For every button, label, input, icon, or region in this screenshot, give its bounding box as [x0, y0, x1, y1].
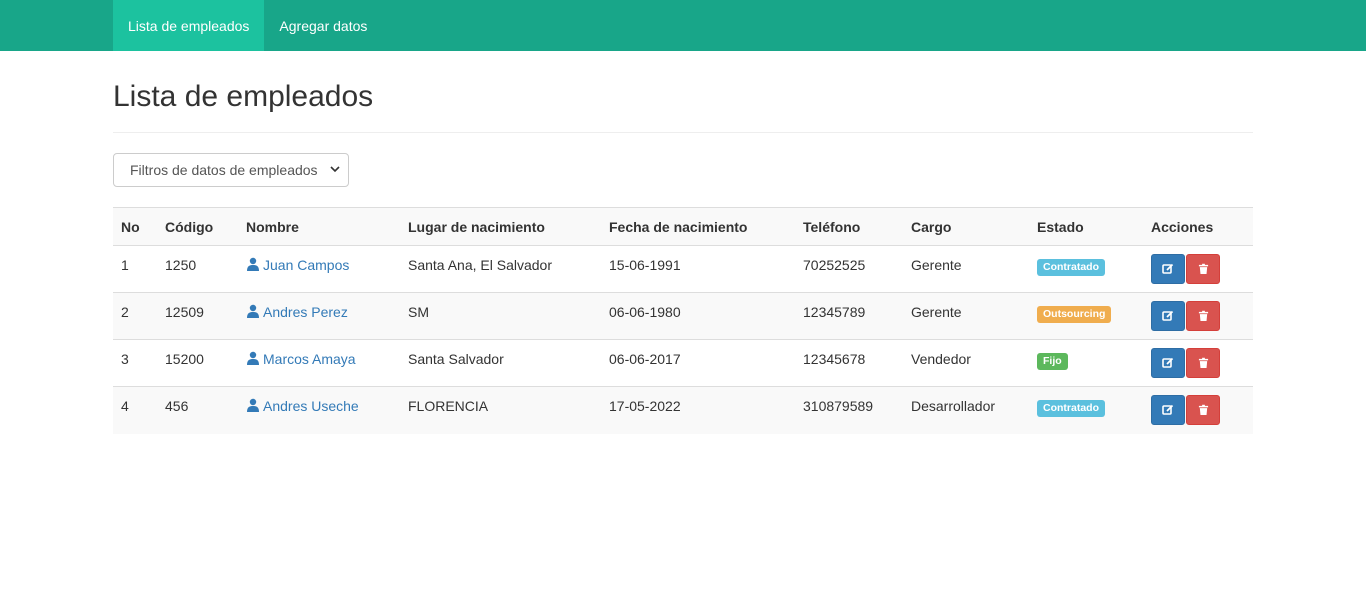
cell-cargo: Vendedor — [903, 339, 1029, 387]
header-estado: Estado — [1029, 207, 1143, 246]
filter-select-value: Filtros de datos de empleados — [130, 162, 318, 178]
cell-cargo: Gerente — [903, 292, 1029, 340]
cell-nombre: Marcos Amaya — [238, 339, 400, 387]
employee-name: Andres Useche — [263, 398, 359, 414]
delete-button[interactable] — [1186, 348, 1220, 378]
cell-codigo: 15200 — [157, 339, 238, 387]
employee-table: No Código Nombre Lugar de nacimiento Fec… — [113, 207, 1253, 434]
cell-acciones — [1143, 386, 1253, 434]
cell-nombre: Andres Useche — [238, 386, 400, 434]
table-body: 1 1250 Juan Campos Santa Ana, El Salvador 15… — [113, 245, 1253, 434]
table-row: 3 15200 Marcos Amaya Santa Salvador 06-06-20… — [113, 339, 1253, 387]
page-header: Lista de empleados — [113, 51, 1253, 133]
status-badge: Contratado — [1037, 259, 1105, 276]
nav-item-agregar-datos[interactable]: Agregar datos — [264, 0, 382, 51]
nav-menu: Lista de empleados Agregar datos — [113, 0, 382, 51]
cell-cargo: Desarrollador — [903, 386, 1029, 434]
cell-lugar: SM — [400, 292, 601, 340]
header-fecha: Fecha de nacimiento — [601, 207, 795, 246]
header-lugar: Lugar de nacimiento — [400, 207, 601, 246]
cell-estado: Contratado — [1029, 386, 1143, 434]
employee-name-link[interactable]: Juan Campos — [246, 257, 349, 273]
delete-button[interactable] — [1186, 301, 1220, 331]
cell-codigo: 456 — [157, 386, 238, 434]
status-badge: Fijo — [1037, 353, 1068, 370]
delete-button[interactable] — [1186, 395, 1220, 425]
table-header-row: No Código Nombre Lugar de nacimiento Fec… — [113, 207, 1253, 246]
trash-icon — [1198, 404, 1209, 416]
edit-icon — [1162, 263, 1174, 275]
edit-icon — [1162, 357, 1174, 369]
cell-nombre: Juan Campos — [238, 245, 400, 293]
cell-estado: Outsourcing — [1029, 292, 1143, 340]
employee-name: Andres Perez — [263, 304, 348, 320]
user-icon — [246, 257, 260, 271]
delete-button[interactable] — [1186, 254, 1220, 284]
edit-button[interactable] — [1151, 254, 1185, 284]
table-row: 4 456 Andres Useche FLORENCIA 17-05-2022 3108… — [113, 386, 1253, 434]
employee-filter-select[interactable]: Filtros de datos de empleados — [113, 153, 349, 187]
cell-codigo: 12509 — [157, 292, 238, 340]
edit-icon — [1162, 310, 1174, 322]
edit-button[interactable] — [1151, 395, 1185, 425]
status-badge: Outsourcing — [1037, 306, 1112, 323]
chevron-down-icon — [330, 164, 340, 177]
cell-fecha: 06-06-2017 — [601, 339, 795, 387]
status-badge: Contratado — [1037, 400, 1105, 417]
cell-cargo: Gerente — [903, 245, 1029, 293]
top-navbar: Lista de empleados Agregar datos — [0, 0, 1366, 51]
user-icon — [246, 304, 260, 318]
trash-icon — [1198, 263, 1209, 275]
cell-lugar: Santa Salvador — [400, 339, 601, 387]
cell-fecha: 17-05-2022 — [601, 386, 795, 434]
cell-fecha: 06-06-1980 — [601, 292, 795, 340]
header-acciones: Acciones — [1143, 207, 1253, 246]
edit-button[interactable] — [1151, 301, 1185, 331]
employee-name-link[interactable]: Andres Useche — [246, 398, 359, 414]
cell-no: 3 — [113, 339, 157, 387]
table-row: 2 12509 Andres Perez SM 06-06-1980 12345789 Ge… — [113, 292, 1253, 340]
cell-acciones — [1143, 292, 1253, 340]
header-telefono: Teléfono — [795, 207, 903, 246]
cell-estado: Fijo — [1029, 339, 1143, 387]
cell-nombre: Andres Perez — [238, 292, 400, 340]
cell-telefono: 70252525 — [795, 245, 903, 293]
page-title: Lista de empleados — [113, 80, 374, 113]
employee-name: Marcos Amaya — [263, 351, 356, 367]
table-row: 1 1250 Juan Campos Santa Ana, El Salvador 15… — [113, 245, 1253, 293]
header-nombre: Nombre — [238, 207, 400, 246]
header-codigo: Código — [157, 207, 238, 246]
cell-estado: Contratado — [1029, 245, 1143, 293]
trash-icon — [1198, 310, 1209, 322]
cell-lugar: Santa Ana, El Salvador — [400, 245, 601, 293]
cell-telefono: 310879589 — [795, 386, 903, 434]
cell-acciones — [1143, 339, 1253, 387]
nav-item-lista-empleados[interactable]: Lista de empleados — [113, 0, 265, 51]
employee-name: Juan Campos — [263, 257, 350, 273]
user-icon — [246, 398, 260, 412]
cell-no: 2 — [113, 292, 157, 340]
main-container: Lista de empleados Filtros de datos de e… — [113, 51, 1253, 434]
employee-name-link[interactable]: Andres Perez — [246, 304, 348, 320]
cell-codigo: 1250 — [157, 245, 238, 293]
edit-icon — [1162, 404, 1174, 416]
filter-section: Filtros de datos de empleados — [113, 153, 1253, 187]
cell-telefono: 12345678 — [795, 339, 903, 387]
edit-button[interactable] — [1151, 348, 1185, 378]
cell-fecha: 15-06-1991 — [601, 245, 795, 293]
employee-name-link[interactable]: Marcos Amaya — [246, 351, 356, 367]
cell-lugar: FLORENCIA — [400, 386, 601, 434]
user-icon — [246, 351, 260, 365]
cell-acciones — [1143, 245, 1253, 293]
cell-no: 1 — [113, 245, 157, 293]
cell-telefono: 12345789 — [795, 292, 903, 340]
cell-no: 4 — [113, 386, 157, 434]
header-no: No — [113, 207, 157, 246]
trash-icon — [1198, 357, 1209, 369]
header-cargo: Cargo — [903, 207, 1029, 246]
